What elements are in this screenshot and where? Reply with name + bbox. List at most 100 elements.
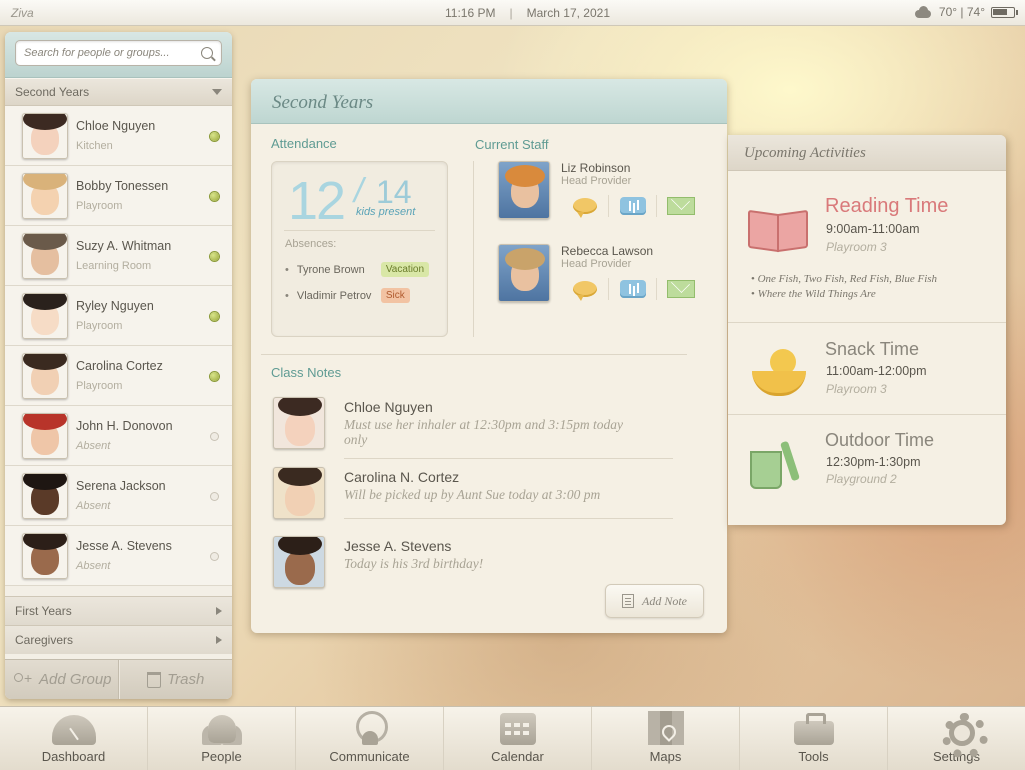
chevron-down-icon	[212, 89, 222, 95]
bottom-dock: Dashboard People Communicate Calendar Ma…	[0, 706, 1025, 770]
trash-label: Trash	[167, 671, 205, 688]
tools-icon	[792, 711, 836, 745]
bullet: •	[285, 263, 289, 276]
activity-time: 9:00am-11:00am	[826, 222, 920, 236]
voice-message-button[interactable]	[609, 195, 657, 217]
person-location: Learning Room	[76, 260, 152, 272]
staff-actions	[561, 278, 705, 301]
dock-tools[interactable]: Tools	[740, 707, 888, 770]
note-photo	[273, 536, 325, 588]
voice-message-icon	[619, 197, 646, 215]
avatar	[22, 472, 68, 519]
add-group-button[interactable]: Add Group	[5, 660, 119, 699]
group-header-first-years[interactable]: First Years	[5, 596, 232, 625]
add-note-button[interactable]: Add Note	[605, 584, 704, 618]
absence-item: • Vladimir Petrov Sick	[285, 288, 410, 303]
person-name: Carolina Cortez	[76, 359, 163, 373]
activity-card[interactable]: Reading Time 9:00am-11:00am Playroom 3 O…	[728, 171, 1006, 323]
clock-separator: |	[509, 6, 513, 20]
battery-icon	[991, 6, 1018, 18]
person-name: Serena Jackson	[76, 479, 166, 493]
people-icon	[200, 711, 244, 745]
person-location: Absent	[76, 500, 111, 512]
note-author: Jesse A. Stevens	[344, 538, 452, 554]
present-status-dot	[210, 192, 219, 201]
absent-status-dot	[210, 552, 219, 561]
absent-status-dot	[210, 432, 219, 441]
activity-card[interactable]: Snack Time 11:00am-12:00pm Playroom 3	[728, 323, 1006, 415]
dock-calendar[interactable]: Calendar	[444, 707, 592, 770]
temperature: 70° | 74°	[938, 5, 985, 19]
email-button[interactable]	[657, 278, 705, 300]
present-status-dot	[210, 252, 219, 261]
present-caption: kids present	[356, 206, 416, 218]
absent-name: Tyrone Brown	[296, 263, 365, 276]
note-text: Must use her inhaler at 12:30pm and 3:15…	[344, 417, 623, 447]
voice-message-button[interactable]	[609, 278, 657, 300]
person-row[interactable]: Suzy A. Whitman Learning Room	[5, 226, 232, 286]
person-location: Playroom	[76, 320, 123, 332]
trash-button[interactable]: Trash	[118, 660, 233, 699]
current-time: 11:16 PM	[445, 6, 496, 20]
dock-settings[interactable]: Settings	[888, 707, 1025, 770]
book-list: One Fish, Two Fish, Red Fish, Blue Fish …	[751, 273, 937, 303]
staff-photo	[498, 244, 550, 302]
person-name: Ryley Nguyen	[76, 299, 154, 313]
staff-name: Rebecca Lawson	[561, 244, 654, 258]
class-notes-title: Class Notes	[271, 365, 342, 380]
class-note[interactable]: Chloe Nguyen Must use her inhaler at 12:…	[273, 397, 693, 459]
search-icon[interactable]	[201, 47, 213, 59]
group-header-label: First Years	[15, 604, 72, 618]
staff-photo	[498, 161, 550, 219]
person-row[interactable]: Bobby Tonessen Playroom	[5, 166, 232, 226]
note-text: Will be picked up by Aunt Sue today at 3…	[344, 487, 601, 502]
dock-maps[interactable]: Maps	[592, 707, 740, 770]
person-row[interactable]: Carolina Cortez Playroom	[5, 346, 232, 406]
class-note[interactable]: Carolina N. Cortez Will be picked up by …	[273, 467, 693, 527]
dock-dashboard[interactable]: Dashboard	[0, 707, 148, 770]
person-row[interactable]: Serena Jackson Absent	[5, 466, 232, 526]
avatar	[22, 232, 68, 279]
dock-label: Calendar	[491, 749, 544, 764]
trash-icon	[147, 671, 162, 688]
dock-people[interactable]: People	[148, 707, 296, 770]
avatar	[22, 292, 68, 339]
chat-button[interactable]	[561, 278, 609, 301]
person-row[interactable]: John H. Donovon Absent	[5, 406, 232, 466]
dock-communicate[interactable]: Communicate	[296, 707, 444, 770]
bucket-icon	[750, 437, 806, 489]
search-input[interactable]	[24, 47, 194, 59]
present-status-dot	[210, 372, 219, 381]
search-box[interactable]	[15, 40, 222, 66]
person-location: Absent	[76, 560, 111, 572]
dashboard-icon	[51, 711, 96, 745]
weather-status: 70° | 74°	[913, 5, 1018, 19]
activity-time: 12:30pm-1:30pm	[826, 455, 921, 469]
absent-status-dot	[210, 492, 219, 501]
email-button[interactable]	[657, 195, 705, 217]
person-name: Suzy A. Whitman	[76, 239, 172, 253]
chevron-right-icon	[216, 607, 222, 615]
activity-card[interactable]: Outdoor Time 12:30pm-1:30pm Playground 2	[728, 415, 1006, 525]
person-row[interactable]: Jesse A. Stevens Absent	[5, 526, 232, 586]
person-name: Bobby Tonessen	[76, 179, 169, 193]
clock: 11:16 PM | March 17, 2021	[445, 6, 610, 20]
group-header-caregivers[interactable]: Caregivers	[5, 625, 232, 654]
chat-button[interactable]	[561, 195, 609, 218]
app-name: Ziva	[11, 6, 34, 20]
activity-place: Playground 2	[826, 472, 897, 486]
avatar	[22, 412, 68, 459]
group-header-second-years[interactable]: Second Years	[5, 78, 232, 106]
activity-place: Playroom 3	[826, 240, 887, 254]
person-row[interactable]: Chloe Nguyen Kitchen	[5, 106, 232, 166]
person-row[interactable]: Ryley Nguyen Playroom	[5, 286, 232, 346]
group-header-label: Second Years	[15, 85, 90, 99]
present-status-dot	[210, 132, 219, 141]
mail-icon	[667, 197, 695, 215]
activity-name: Snack Time	[825, 339, 920, 359]
attendance-box: 12 / 14 kids present Absences: • Tyrone …	[271, 161, 448, 337]
staff-name: Liz Robinson	[561, 161, 631, 175]
avatar	[22, 112, 68, 159]
search-area	[5, 32, 232, 78]
person-name: John H. Donovon	[76, 419, 173, 433]
